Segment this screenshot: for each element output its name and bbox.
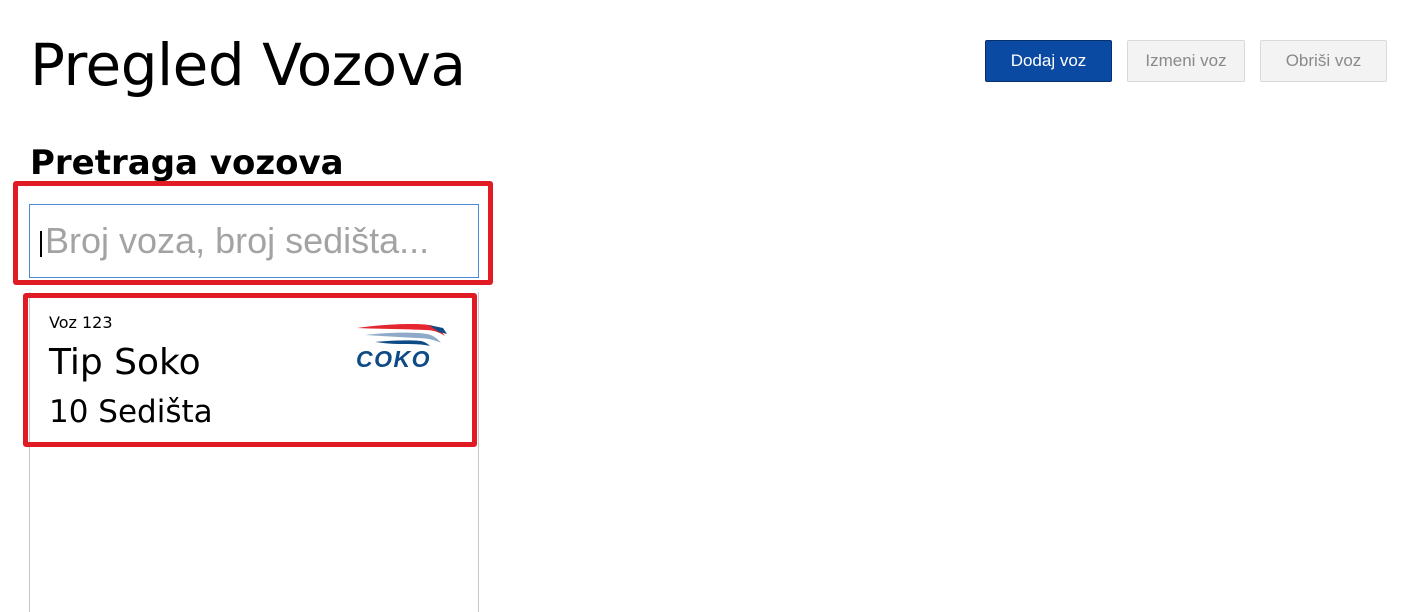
text-caret	[40, 231, 42, 257]
add-train-button[interactable]: Dodaj voz	[985, 40, 1112, 82]
search-section-title: Pretraga vozova	[30, 143, 344, 183]
train-type: Tip Soko	[49, 342, 201, 383]
search-box[interactable]	[29, 204, 479, 278]
soko-logo-icon: COKO	[356, 324, 447, 372]
train-card[interactable]: Voz 123 Tip Soko 10 Sedišta COKO	[30, 292, 478, 444]
logo-text: COKO	[356, 346, 431, 372]
delete-train-button[interactable]: Obriši voz	[1260, 40, 1387, 82]
train-number: Voz 123	[49, 313, 113, 332]
train-seats: 10 Sedišta	[49, 394, 213, 430]
edit-train-button[interactable]: Izmeni voz	[1127, 40, 1245, 82]
search-input[interactable]	[30, 205, 478, 277]
train-list: Voz 123 Tip Soko 10 Sedišta COKO	[29, 292, 479, 612]
page-title: Pregled Vozova	[30, 31, 466, 99]
